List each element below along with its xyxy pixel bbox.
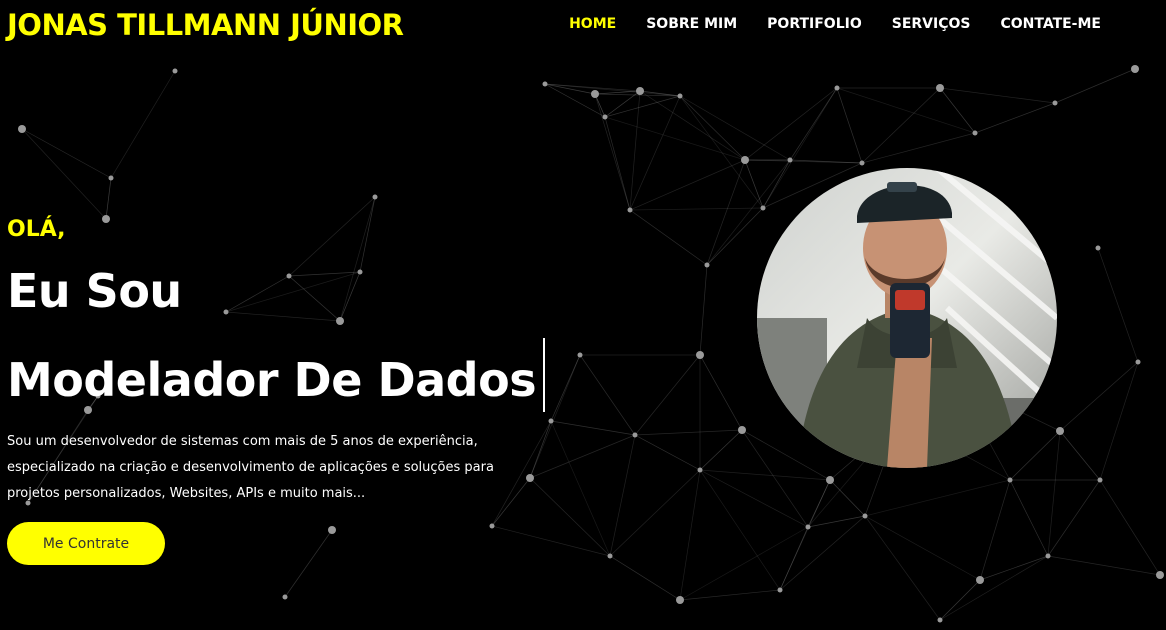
network-node: [1135, 359, 1141, 365]
network-node: [1097, 477, 1103, 483]
network-node: [282, 594, 288, 600]
network-node: [636, 87, 644, 95]
network-node: [777, 587, 783, 593]
hero-title-line1: Eu Sou: [7, 264, 182, 318]
network-node: [972, 130, 978, 136]
network-node: [676, 596, 684, 604]
network-node: [1007, 477, 1013, 483]
network-node: [787, 157, 793, 163]
main-nav: HOME SOBRE MIM PORTIFOLIO SERVIÇOS CONTA…: [569, 16, 1101, 32]
nav-portifolio[interactable]: PORTIFOLIO: [767, 16, 862, 32]
network-node: [937, 617, 943, 623]
hero-greeting: OLÁ,: [7, 217, 66, 242]
network-node: [976, 576, 984, 584]
network-node: [577, 352, 583, 358]
network-node: [862, 513, 868, 519]
hero-title-line2: Modelador De Dados: [7, 338, 546, 412]
network-node: [696, 351, 704, 359]
network-node: [542, 81, 548, 87]
network-node: [548, 418, 554, 424]
network-node: [826, 476, 834, 484]
network-node: [18, 125, 26, 133]
profile-photo-illustration: [757, 168, 1057, 468]
network-node: [1052, 100, 1058, 106]
network-node: [328, 526, 336, 534]
network-node: [357, 269, 363, 275]
hero-title-text: Modelador De Dados: [7, 353, 537, 407]
network-node: [805, 524, 811, 530]
network-node: [760, 205, 766, 211]
network-node: [738, 426, 746, 434]
network-node: [336, 317, 344, 325]
network-node: [741, 156, 749, 164]
network-node: [1131, 65, 1139, 73]
network-node: [697, 467, 703, 473]
brand-title[interactable]: JONAS TILLMANN JÚNIOR: [7, 7, 404, 43]
nav-sobre-mim[interactable]: SOBRE MIM: [646, 16, 737, 32]
network-node: [172, 68, 178, 74]
network-node: [936, 84, 944, 92]
network-node: [102, 215, 110, 223]
network-node: [834, 85, 840, 91]
hero-description: Sou um desenvolvedor de sistemas com mai…: [7, 434, 494, 501]
network-node: [704, 262, 710, 268]
profile-photo: [757, 168, 1057, 468]
network-node: [602, 114, 608, 120]
network-node: [607, 553, 613, 559]
network-node: [1056, 427, 1064, 435]
network-node: [1045, 553, 1051, 559]
typing-caret: [543, 338, 546, 412]
network-node: [859, 160, 865, 166]
nav-contate-me[interactable]: CONTATE-ME: [1000, 16, 1101, 32]
network-node: [1095, 245, 1101, 251]
network-node: [108, 175, 114, 181]
network-node: [627, 207, 633, 213]
network-node: [632, 432, 638, 438]
nav-servicos[interactable]: SERVIÇOS: [892, 16, 971, 32]
network-node: [591, 90, 599, 98]
network-node: [372, 194, 378, 200]
network-node: [286, 273, 292, 279]
network-node: [489, 523, 495, 529]
network-node: [223, 309, 229, 315]
page: JONAS TILLMANN JÚNIOR HOME SOBRE MIM POR…: [0, 0, 1166, 630]
network-node: [677, 93, 683, 99]
hire-me-button[interactable]: Me Contrate: [7, 522, 165, 565]
nav-home[interactable]: HOME: [569, 16, 616, 32]
network-node: [1156, 571, 1164, 579]
